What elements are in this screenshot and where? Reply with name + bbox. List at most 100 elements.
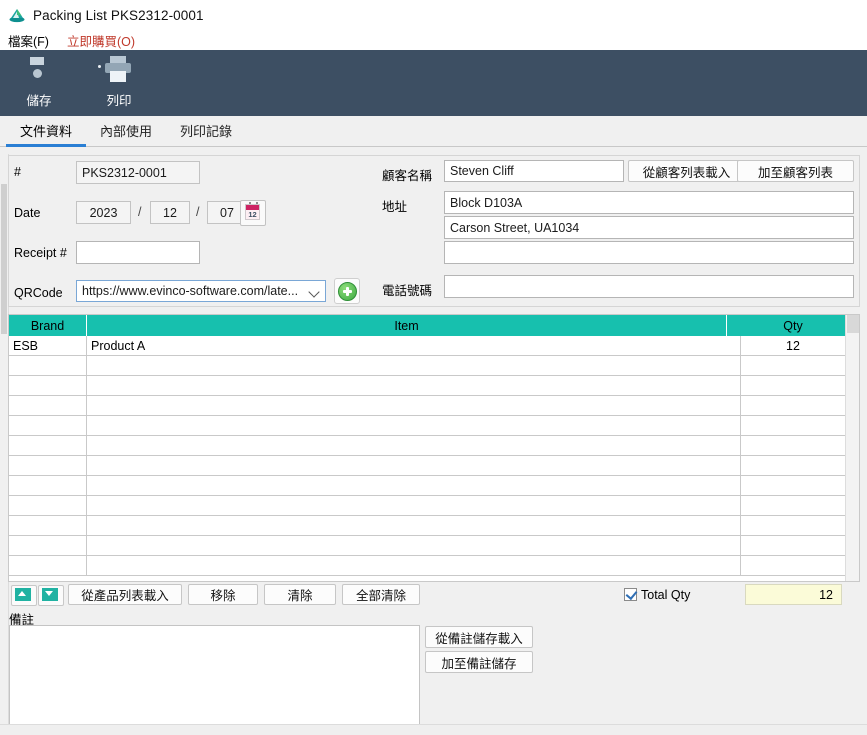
table-row[interactable]: ESB Product A 12 bbox=[9, 336, 859, 356]
cell-brand[interactable] bbox=[9, 556, 87, 575]
cell-qty[interactable] bbox=[741, 416, 845, 435]
cell-item[interactable] bbox=[87, 436, 741, 455]
cell-brand[interactable] bbox=[9, 476, 87, 495]
cell-brand[interactable] bbox=[9, 356, 87, 375]
cell-qty[interactable] bbox=[741, 516, 845, 535]
table-row[interactable] bbox=[9, 436, 859, 456]
doc-number-input[interactable] bbox=[76, 161, 200, 184]
toolbar-print-button[interactable]: 列印 bbox=[90, 50, 148, 118]
cell-qty[interactable] bbox=[741, 476, 845, 495]
table-row[interactable] bbox=[9, 456, 859, 476]
cell-brand[interactable] bbox=[9, 456, 87, 475]
qrcode-value: https://www.evinco-software.com/late... bbox=[82, 284, 299, 298]
menu-file[interactable]: 檔案(F) bbox=[8, 31, 49, 50]
tab-internal-use[interactable]: 內部使用 bbox=[86, 117, 166, 146]
toolbar-save-label: 儲存 bbox=[26, 94, 52, 108]
cell-item[interactable] bbox=[87, 416, 741, 435]
date-sep-1: / bbox=[138, 205, 142, 219]
table-row[interactable] bbox=[9, 396, 859, 416]
table-row[interactable] bbox=[9, 476, 859, 496]
table-row[interactable] bbox=[9, 416, 859, 436]
toolbar-save-button[interactable]: 儲存 bbox=[10, 50, 68, 118]
address-line3-input[interactable] bbox=[444, 241, 854, 264]
cell-brand[interactable] bbox=[9, 436, 87, 455]
table-row[interactable] bbox=[9, 556, 859, 576]
clear-button[interactable]: 清除 bbox=[264, 584, 336, 605]
table-row[interactable] bbox=[9, 496, 859, 516]
table-row[interactable] bbox=[9, 516, 859, 536]
grid-vertical-scrollbar[interactable] bbox=[845, 315, 859, 581]
cell-brand[interactable] bbox=[9, 516, 87, 535]
cell-item[interactable] bbox=[87, 556, 741, 575]
cell-brand[interactable]: ESB bbox=[9, 336, 87, 355]
address-line1-input[interactable] bbox=[444, 191, 854, 214]
grid-header-item[interactable]: Item bbox=[87, 315, 727, 336]
cell-brand[interactable] bbox=[9, 416, 87, 435]
menu-buy-now[interactable]: 立即購買(O) bbox=[67, 31, 135, 50]
app-logo-icon bbox=[8, 6, 26, 24]
table-row[interactable] bbox=[9, 376, 859, 396]
cell-item[interactable] bbox=[87, 396, 741, 415]
save-remarks-button[interactable]: 加至備註儲存 bbox=[425, 651, 533, 673]
phone-input[interactable] bbox=[444, 275, 854, 298]
load-from-customer-list-button[interactable]: 從顧客列表載入 bbox=[628, 160, 745, 182]
table-row[interactable] bbox=[9, 536, 859, 556]
items-grid: Brand Item Qty ESB Product A 12 bbox=[8, 314, 860, 582]
grid-header-brand[interactable]: Brand bbox=[9, 315, 87, 336]
date-month-input[interactable] bbox=[150, 201, 190, 224]
cell-qty[interactable] bbox=[741, 536, 845, 555]
cell-item[interactable] bbox=[87, 536, 741, 555]
date-label: Date bbox=[14, 206, 41, 220]
table-row[interactable] bbox=[9, 356, 859, 376]
scrollbar-thumb[interactable] bbox=[1, 184, 7, 334]
add-qrcode-button[interactable] bbox=[334, 278, 360, 304]
customer-name-input[interactable] bbox=[444, 160, 624, 182]
cell-item[interactable]: Product A bbox=[87, 336, 741, 355]
remarks-textarea[interactable] bbox=[9, 625, 420, 725]
cell-qty[interactable] bbox=[741, 356, 845, 375]
move-row-up-button[interactable] bbox=[11, 585, 37, 606]
total-qty-label: Total Qty bbox=[641, 588, 691, 602]
cell-qty[interactable] bbox=[741, 496, 845, 515]
grid-header-qty[interactable]: Qty bbox=[741, 315, 845, 336]
qrcode-combobox[interactable]: https://www.evinco-software.com/late... bbox=[76, 280, 326, 302]
cell-item[interactable] bbox=[87, 476, 741, 495]
cell-item[interactable] bbox=[87, 516, 741, 535]
cell-qty[interactable] bbox=[741, 436, 845, 455]
date-sep-2: / bbox=[196, 205, 200, 219]
cell-item[interactable] bbox=[87, 376, 741, 395]
cell-qty[interactable] bbox=[741, 396, 845, 415]
cell-brand[interactable] bbox=[9, 536, 87, 555]
save-floppy-icon bbox=[24, 56, 54, 86]
clear-all-button[interactable]: 全部清除 bbox=[342, 584, 420, 605]
receipt-input[interactable] bbox=[76, 241, 200, 264]
cell-qty[interactable] bbox=[741, 556, 845, 575]
add-to-customer-list-button[interactable]: 加至顧客列表 bbox=[737, 160, 854, 182]
phone-label: 電話號碼 bbox=[382, 284, 433, 298]
tab-print-log[interactable]: 列印記錄 bbox=[166, 117, 246, 146]
main-toolbar: 儲存 列印 bbox=[0, 50, 867, 116]
address-line2-input[interactable] bbox=[444, 216, 854, 239]
cell-brand[interactable] bbox=[9, 496, 87, 515]
date-year-input[interactable] bbox=[76, 201, 131, 224]
load-from-product-list-button[interactable]: 從產品列表載入 bbox=[68, 584, 182, 605]
status-bar bbox=[0, 724, 867, 735]
cell-item[interactable] bbox=[87, 456, 741, 475]
tab-document-data[interactable]: 文件資料 bbox=[6, 117, 87, 147]
cell-brand[interactable] bbox=[9, 396, 87, 415]
cell-brand[interactable] bbox=[9, 376, 87, 395]
window-title: Packing List PKS2312-0001 bbox=[33, 7, 204, 23]
grid-scrollbar-thumb[interactable] bbox=[847, 315, 859, 333]
cell-item[interactable] bbox=[87, 496, 741, 515]
grid-header-row: Brand Item Qty bbox=[9, 315, 859, 336]
load-remarks-button[interactable]: 從備註儲存載入 bbox=[425, 626, 533, 648]
cell-qty[interactable] bbox=[741, 376, 845, 395]
cell-qty[interactable] bbox=[741, 456, 845, 475]
cell-qty[interactable]: 12 bbox=[741, 336, 845, 355]
cell-item[interactable] bbox=[87, 356, 741, 375]
move-row-down-button[interactable] bbox=[38, 585, 64, 606]
total-qty-checkbox[interactable] bbox=[624, 587, 637, 601]
calendar-icon: 12 bbox=[245, 204, 260, 220]
remove-row-button[interactable]: 移除 bbox=[188, 584, 258, 605]
date-picker-button[interactable]: 12 bbox=[240, 200, 266, 226]
